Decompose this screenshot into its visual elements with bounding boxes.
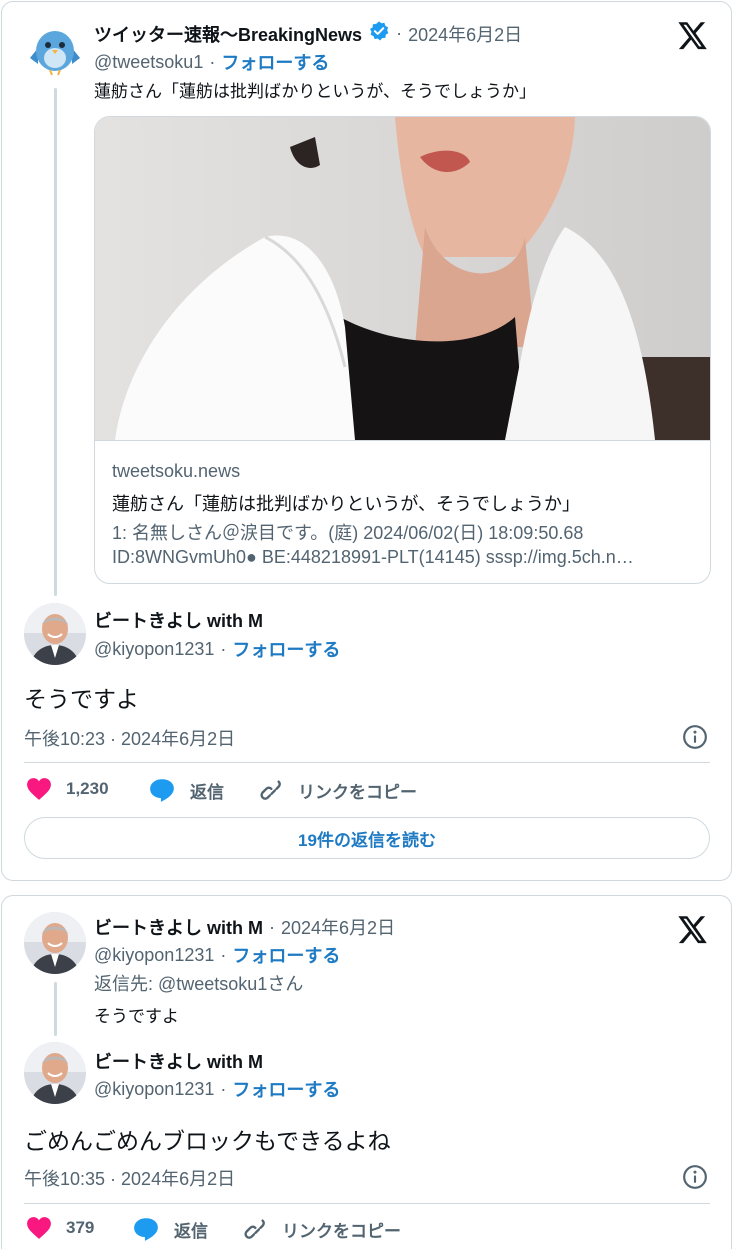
separator: · bbox=[220, 638, 227, 659]
divider bbox=[24, 762, 710, 763]
follow-link[interactable]: フォローする bbox=[232, 942, 340, 968]
author-name[interactable]: ビートきよし with M bbox=[94, 1048, 263, 1074]
follow-link[interactable]: フォローする bbox=[232, 636, 340, 662]
like-button[interactable]: 1,230 bbox=[26, 777, 109, 801]
copy-link-button[interactable]: リンクをコピー bbox=[242, 1216, 401, 1242]
reply-to-label[interactable]: 返信先: @tweetsoku1さん bbox=[94, 970, 303, 996]
tweet-text: 蓮舫さん「蓮舫は批判ばかりというが、そうでしょうか」 bbox=[94, 82, 536, 101]
link-description-line-1: 1: 名無しさん＠涙目です。(庭) 2024/06/02(日) 18:09:50… bbox=[112, 523, 584, 543]
tweet-date[interactable]: 2024年6月2日 bbox=[281, 914, 395, 940]
author-handle[interactable]: @kiyopon1231 bbox=[94, 945, 214, 966]
link-preview-meta: tweetsoku.news 蓮舫さん「蓮舫は批判ばかりというが、そうでしょうか… bbox=[95, 440, 710, 583]
copy-link-label: リンクをコピー bbox=[282, 1221, 401, 1241]
tweet-timestamp[interactable]: 午後10:23 · 2024年6月2日 bbox=[24, 725, 235, 751]
person-avatar-icon bbox=[24, 603, 86, 665]
speech-bubble-icon bbox=[150, 779, 174, 802]
avatar[interactable] bbox=[24, 912, 86, 974]
reply2-header: ビートきよし with M bbox=[94, 1048, 263, 1074]
copy-link-button[interactable]: リンクをコピー bbox=[258, 777, 417, 803]
link-domain: tweetsoku.news bbox=[112, 461, 241, 481]
tweet1-handle-row: @tweetsoku1 · フォローする bbox=[94, 49, 329, 75]
tweet-date[interactable]: 2024年6月2日 bbox=[408, 21, 522, 47]
separator: · bbox=[220, 944, 227, 965]
x-logo-icon[interactable] bbox=[678, 916, 708, 944]
tweet2-header: ビートきよし with M · 2024年6月2日 bbox=[94, 914, 395, 940]
author-name[interactable]: ビートきよし with M bbox=[94, 607, 263, 633]
tweet1-header: ツイッター速報〜BreakingNews · 2024年6月2日 bbox=[94, 20, 522, 47]
separator: · bbox=[269, 916, 275, 937]
link-title: 蓮舫さん「蓮舫は批判ばかりというが、そうでしょうか」 bbox=[112, 494, 580, 514]
tweet2-handle-row: @kiyopon1231 · フォローする bbox=[94, 942, 340, 968]
author-handle[interactable]: @kiyopon1231 bbox=[94, 639, 214, 660]
reply1-header: ビートきよし with M bbox=[94, 607, 263, 633]
like-button[interactable]: 379 bbox=[26, 1216, 94, 1240]
read-replies-button[interactable]: 19件の返信を読む bbox=[24, 817, 710, 859]
follow-link[interactable]: フォローする bbox=[232, 1076, 340, 1102]
verified-badge-icon bbox=[368, 20, 390, 47]
avatar[interactable] bbox=[24, 1042, 86, 1104]
heart-icon bbox=[27, 1217, 51, 1239]
reply-button[interactable]: 返信 bbox=[148, 777, 224, 803]
author-handle[interactable]: @tweetsoku1 bbox=[94, 52, 203, 73]
avatar[interactable] bbox=[24, 603, 86, 665]
link-chain-icon bbox=[260, 780, 281, 800]
tweet-text: ごめんごめんブロックもできるよね bbox=[24, 1128, 391, 1154]
thread-line bbox=[54, 88, 57, 596]
embedded-tweet-card-2: ビートきよし with M · 2024年6月2日 @kiyopon1231 ·… bbox=[1, 895, 732, 1249]
like-count: 1,230 bbox=[66, 779, 109, 798]
x-logo-icon[interactable] bbox=[678, 22, 708, 50]
separator: · bbox=[220, 1078, 227, 1099]
tweet-timestamp[interactable]: 午後10:35 · 2024年6月2日 bbox=[24, 1165, 235, 1191]
heart-icon bbox=[27, 778, 51, 800]
person-avatar-icon bbox=[24, 912, 86, 974]
divider bbox=[24, 1203, 710, 1204]
thread-line bbox=[54, 982, 57, 1036]
tweet-text: そうですよ bbox=[94, 1007, 179, 1026]
author-handle[interactable]: @kiyopon1231 bbox=[94, 1079, 214, 1100]
reply-label: 返信 bbox=[174, 1221, 208, 1241]
info-icon[interactable] bbox=[682, 1164, 708, 1190]
bird-icon bbox=[24, 18, 86, 80]
like-count: 379 bbox=[66, 1218, 95, 1237]
person-avatar-icon bbox=[24, 1042, 86, 1104]
follow-link[interactable]: フォローする bbox=[221, 49, 329, 75]
link-preview-image bbox=[95, 117, 710, 440]
link-preview-card[interactable]: tweetsoku.news 蓮舫さん「蓮舫は批判ばかりというが、そうでしょうか… bbox=[94, 116, 711, 584]
author-name[interactable]: ツイッター速報〜BreakingNews bbox=[94, 21, 362, 47]
reply2-handle-row: @kiyopon1231 · フォローする bbox=[94, 1076, 340, 1102]
info-icon[interactable] bbox=[682, 724, 708, 750]
reply-button[interactable]: 返信 bbox=[132, 1216, 208, 1242]
speech-bubble-icon bbox=[134, 1218, 158, 1241]
reply1-handle-row: @kiyopon1231 · フォローする bbox=[94, 636, 340, 662]
link-chain-icon bbox=[244, 1219, 265, 1239]
tweet-text: そうですよ bbox=[24, 686, 139, 712]
bird-avatar[interactable] bbox=[24, 18, 86, 80]
author-name[interactable]: ビートきよし with M bbox=[94, 914, 263, 940]
embedded-tweet-card-1: ツイッター速報〜BreakingNews · 2024年6月2日 @tweets… bbox=[1, 1, 732, 881]
link-description-line-2: ID:8WNGvmUh0● BE:448218991-PLT(14145) ss… bbox=[112, 547, 634, 567]
reply-label: 返信 bbox=[190, 782, 224, 802]
separator: · bbox=[396, 23, 403, 43]
separator: · bbox=[209, 51, 216, 72]
copy-link-label: リンクをコピー bbox=[298, 782, 417, 802]
